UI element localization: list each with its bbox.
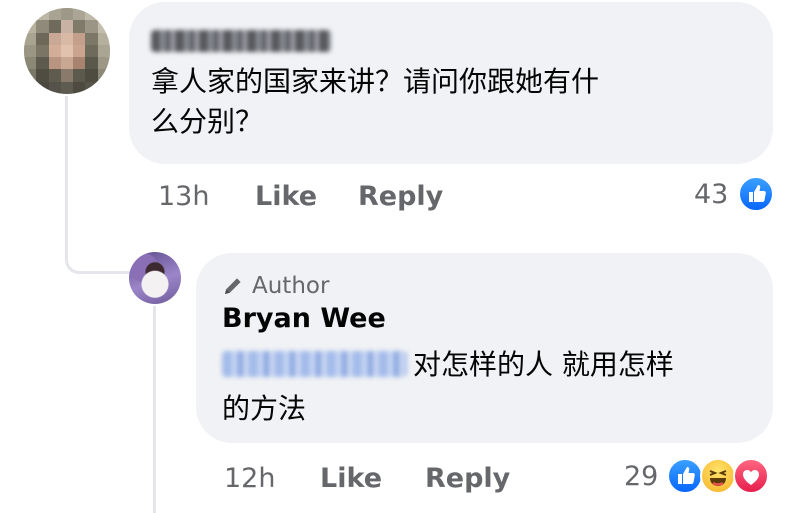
thread-curve — [65, 225, 132, 274]
blurred-mention-tag[interactable] — [222, 351, 407, 377]
reply-thread-line — [153, 306, 156, 513]
reply-like-button[interactable]: Like — [320, 463, 382, 494]
reply-timestamp[interactable]: 12h — [224, 463, 275, 494]
blurred-commenter-name[interactable] — [151, 30, 331, 52]
pixelated-avatar-image — [24, 8, 110, 94]
like-icon[interactable] — [667, 458, 703, 494]
reply-reply-button[interactable]: Reply — [425, 463, 510, 494]
comment-timestamp[interactable]: 13h — [158, 181, 209, 212]
commenter-avatar[interactable] — [24, 8, 110, 94]
author-badge: Author — [222, 271, 329, 301]
author-avatar[interactable] — [129, 252, 181, 304]
comment-text-line1: 拿人家的国家来讲？请问你跟她有什 — [151, 65, 600, 98]
comment-like-button[interactable]: Like — [255, 181, 317, 212]
pencil-icon — [225, 278, 241, 294]
reply-reaction-count[interactable]: 29 — [624, 461, 658, 492]
comment-reply-button[interactable]: Reply — [358, 181, 443, 212]
reply-text-line2: 的方法 — [222, 392, 307, 425]
comment-text-line2: 么分别？ — [151, 105, 264, 138]
haha-icon[interactable] — [700, 458, 736, 494]
reply-text-line1: 对怎样的人 就用怎样 — [413, 348, 674, 381]
comment-text: 拿人家的国家来讲？请问你跟她有什 么分别？ — [151, 62, 751, 142]
reply-bubble: Author Bryan Wee 对怎样的人 就用怎样 的方法 — [196, 253, 773, 443]
like-icon[interactable] — [738, 176, 774, 212]
author-name[interactable]: Bryan Wee — [222, 303, 386, 334]
comment-reaction-count[interactable]: 43 — [694, 179, 728, 210]
comment-bubble: 拿人家的国家来讲？请问你跟她有什 么分别？ — [129, 2, 773, 164]
thread-line — [65, 96, 68, 231]
author-badge-label: Author — [252, 273, 330, 299]
love-icon[interactable] — [733, 458, 769, 494]
